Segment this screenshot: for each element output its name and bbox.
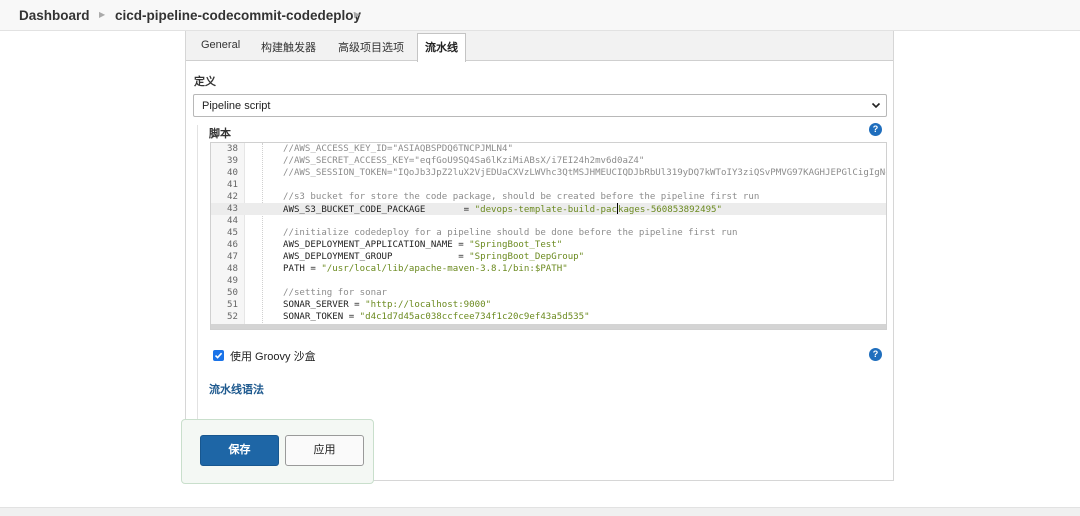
tab-general[interactable]: General <box>201 39 240 51</box>
code-string: kages-560853892495" <box>617 205 723 215</box>
code-line[interactable]: 51 SONAR_SERVER = "http://localhost:9000" <box>211 299 886 311</box>
code-line[interactable]: 46 AWS_DEPLOYMENT_APPLICATION_NAME = "Spr… <box>211 239 886 251</box>
line-number: 42 <box>227 192 238 202</box>
code-line[interactable]: 41 <box>211 179 886 191</box>
config-panel: General 构建触发器 高级项目选项 流水线 定义 Pipeline scr… <box>185 31 894 481</box>
breadcrumb: Dashboard ▶ cicd-pipeline-codecommit-cod… <box>0 0 1080 31</box>
tab-pipeline[interactable]: 流水线 <box>417 33 466 62</box>
code-text: //s3 bucket for store the code package, … <box>283 191 759 203</box>
code-token: AWS_S3_BUCKET_CODE_PACKAGE = <box>283 205 475 215</box>
line-number: 44 <box>227 216 238 226</box>
check-icon <box>214 352 223 359</box>
code-line[interactable]: 39 //AWS_SECRET_ACCESS_KEY="eqfGoU9SQ4Sa6… <box>211 155 886 167</box>
line-number: 43 <box>227 204 238 214</box>
definition-label: 定义 <box>194 76 216 88</box>
apply-button[interactable]: 应用 <box>285 435 364 466</box>
horizontal-scrollbar[interactable] <box>211 324 886 329</box>
code-comment: //s3 bucket for store the code package, … <box>283 192 760 202</box>
code-token: AWS_DEPLOYMENT_GROUP = <box>283 252 470 262</box>
code-line[interactable]: 45 //initialize codedeploy for a pipeline… <box>211 227 886 239</box>
code-string: "/usr/local/lib/apache-maven-3.8.1/bin:$… <box>321 264 568 274</box>
help-icon[interactable]: ? <box>869 123 882 136</box>
code-text: //initialize codedeploy for a pipeline s… <box>283 227 737 239</box>
definition-select-value: Pipeline script <box>202 100 271 112</box>
tab-advanced-options[interactable]: 高级项目选项 <box>338 39 404 55</box>
footer-strip <box>0 507 1080 516</box>
code-token: SONAR_SERVER = <box>283 300 366 310</box>
line-number: 49 <box>227 276 238 286</box>
code-string: "http://localhost:9000" <box>365 300 492 310</box>
code-line[interactable]: 50 //setting for sonar <box>211 287 886 299</box>
code-comment: //AWS_SECRET_ACCESS_KEY="eqfGoU9SQ4Sa6lK… <box>283 156 645 166</box>
breadcrumb-job[interactable]: cicd-pipeline-codecommit-codedeploy <box>115 8 361 23</box>
code-comment: //setting for sonar <box>283 288 388 298</box>
code-text: //AWS_SESSION_TOKEN="IQoJb3JpZ2luX2VjEDU… <box>283 167 887 179</box>
code-line[interactable]: 49 <box>211 275 886 287</box>
code-line[interactable]: 47 AWS_DEPLOYMENT_GROUP = "SpringBoot_Dep… <box>211 251 886 263</box>
action-bar: 保存 应用 <box>181 419 374 484</box>
code-text: SONAR_SERVER = "http://localhost:9000" <box>283 299 491 311</box>
chevron-down-icon <box>871 102 881 109</box>
line-number: 48 <box>227 264 238 274</box>
code-text: SONAR_TOKEN = "d4c1d7d45ac038ccfcee734f1… <box>283 311 590 323</box>
code-line[interactable]: 48 PATH = "/usr/local/lib/apache-maven-3.… <box>211 263 886 275</box>
section-divider <box>197 125 198 465</box>
line-number: 52 <box>227 312 238 322</box>
code-text: //setting for sonar <box>283 287 387 299</box>
breadcrumb-dashboard[interactable]: Dashboard <box>19 8 90 23</box>
code-line[interactable]: 38 //AWS_ACCESS_KEY_ID="ASIAQBSPDQ6TNCPJM… <box>211 143 886 155</box>
line-number: 50 <box>227 288 238 298</box>
code-string: "SpringBoot_DepGroup" <box>469 252 585 262</box>
code-token: PATH = <box>283 264 322 274</box>
code-token: AWS_DEPLOYMENT_APPLICATION_NAME = <box>283 240 470 250</box>
code-text: AWS_DEPLOYMENT_APPLICATION_NAME = "Sprin… <box>283 239 562 251</box>
code-comment: //AWS_SESSION_TOKEN="IQoJb3JpZ2luX2VjEDU… <box>283 168 887 178</box>
code-text: //AWS_ACCESS_KEY_ID="ASIAQBSPDQ6TNCPJMLN… <box>283 143 513 155</box>
line-number: 46 <box>227 240 238 250</box>
code-string: "d4c1d7d45ac038ccfcee734f1c20c9ef43a5d53… <box>359 312 590 322</box>
script-label: 脚本 <box>209 128 231 140</box>
help-icon[interactable]: ? <box>869 348 882 361</box>
code-line[interactable]: 43 AWS_S3_BUCKET_CODE_PACKAGE = "devops-t… <box>211 203 886 215</box>
line-number: 39 <box>227 156 238 166</box>
code-comment: //initialize codedeploy for a pipeline s… <box>283 228 738 238</box>
code-string: "SpringBoot_Test" <box>469 240 563 250</box>
code-line[interactable]: 40 //AWS_SESSION_TOKEN="IQoJb3JpZ2luX2VjE… <box>211 167 886 179</box>
code-string: "devops-template-build-pac <box>474 205 617 215</box>
code-text: //AWS_SECRET_ACCESS_KEY="eqfGoU9SQ4Sa6lK… <box>283 155 644 167</box>
groovy-sandbox-label[interactable]: 使用 Groovy 沙盒 <box>230 348 316 364</box>
line-number: 51 <box>227 300 238 310</box>
line-number: 47 <box>227 252 238 262</box>
line-number: 38 <box>227 144 238 154</box>
pipeline-syntax-link[interactable]: 流水线语法 <box>209 381 264 397</box>
groovy-sandbox-checkbox[interactable] <box>213 350 224 361</box>
tab-bar: General 构建触发器 高级项目选项 流水线 <box>186 31 893 62</box>
code-token: SONAR_TOKEN = <box>283 312 360 322</box>
tab-build-triggers[interactable]: 构建触发器 <box>261 39 316 55</box>
line-number: 41 <box>227 180 238 190</box>
code-line[interactable]: 52 SONAR_TOKEN = "d4c1d7d45ac038ccfcee734… <box>211 311 886 323</box>
save-button[interactable]: 保存 <box>200 435 279 466</box>
code-comment: //AWS_ACCESS_KEY_ID="ASIAQBSPDQ6TNCPJMLN… <box>283 144 513 154</box>
code-line[interactable]: 42 //s3 bucket for store the code package… <box>211 191 886 203</box>
code-text: AWS_DEPLOYMENT_GROUP = "SpringBoot_DepGr… <box>283 251 584 263</box>
chevron-right-icon[interactable]: ▶ <box>354 10 360 19</box>
code-line[interactable]: 44 <box>211 215 886 227</box>
code-text: PATH = "/usr/local/lib/apache-maven-3.8.… <box>283 263 568 275</box>
line-number: 40 <box>227 168 238 178</box>
definition-select[interactable]: Pipeline script <box>193 94 887 117</box>
line-number: 45 <box>227 228 238 238</box>
script-editor[interactable]: 38 //AWS_ACCESS_KEY_ID="ASIAQBSPDQ6TNCPJM… <box>210 142 887 330</box>
chevron-right-icon: ▶ <box>99 10 106 19</box>
